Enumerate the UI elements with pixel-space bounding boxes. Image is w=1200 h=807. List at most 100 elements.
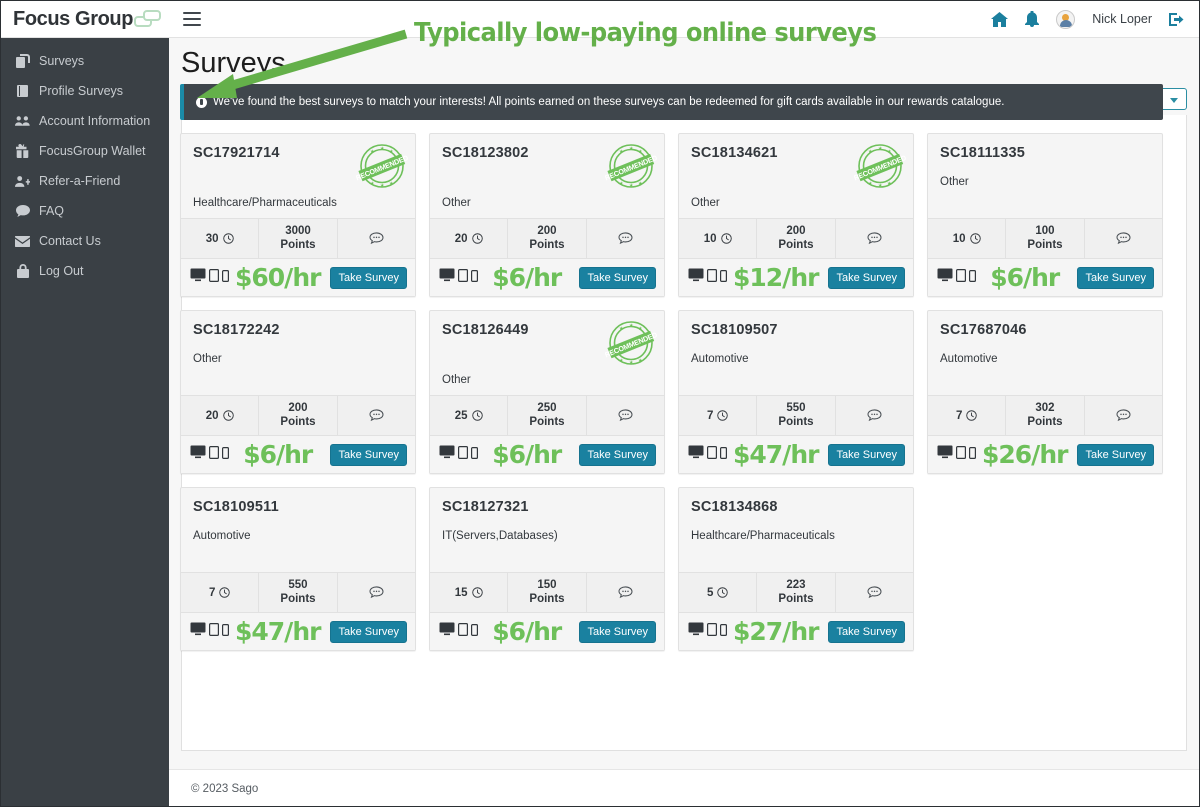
- take-survey-button[interactable]: Take Survey: [1077, 443, 1154, 466]
- survey-card[interactable]: SC17921714 ★ ★ ★ ★ ★ ★ RECOMMENDED Healt…: [180, 133, 416, 297]
- sidebar-item-refer-a-friend[interactable]: Refer-a-Friend: [1, 166, 169, 196]
- survey-points-value: 3000: [285, 225, 311, 238]
- desktop-icon: [937, 445, 953, 464]
- survey-duration-minutes: 5: [706, 586, 714, 599]
- survey-comment-cell[interactable]: [1085, 219, 1162, 258]
- survey-id: SC18109507: [691, 322, 778, 338]
- take-survey-button[interactable]: Take Survey: [579, 620, 656, 643]
- survey-card[interactable]: SC18111335 Other 10 100 Points $6/hr Tak…: [927, 133, 1163, 297]
- survey-card[interactable]: SC18134868 Healthcare/Pharmaceuticals 5 …: [678, 487, 914, 651]
- clock-icon: [222, 410, 234, 421]
- survey-card[interactable]: SC18134621 ★ ★ ★ ★ ★ ★ RECOMMENDED Other…: [678, 133, 914, 297]
- survey-comment-cell[interactable]: [587, 573, 664, 612]
- survey-comment-cell[interactable]: [338, 396, 415, 435]
- survey-card[interactable]: SC17687046 Automotive 7 302 Points $26/h…: [927, 310, 1163, 474]
- copyright-text: © 2023 Sago: [191, 782, 259, 795]
- survey-card-header: SC18126449 ★ ★ ★ ★ ★ ★ RECOMMENDED Other: [430, 311, 664, 395]
- survey-duration-cell: 25: [430, 396, 509, 435]
- take-survey-button[interactable]: Take Survey: [330, 266, 407, 289]
- sidebar-item-profile-surveys[interactable]: Profile Surveys: [1, 76, 169, 106]
- sidebar-item-account-information[interactable]: Account Information: [1, 106, 169, 136]
- supported-devices: [688, 445, 728, 464]
- survey-category: Other: [442, 374, 471, 386]
- take-survey-button[interactable]: Take Survey: [579, 266, 656, 289]
- take-survey-button[interactable]: Take Survey: [828, 266, 905, 289]
- recommended-badge: ★ ★ ★ ★ ★ ★ RECOMMENDED: [603, 317, 658, 369]
- clock-icon: [471, 587, 483, 598]
- survey-points-label: Points: [280, 592, 316, 605]
- sidebar-item-contact-us[interactable]: Contact Us: [1, 226, 169, 256]
- survey-stats: 25 250 Points: [430, 395, 664, 435]
- survey-card[interactable]: SC18109507 Automotive 7 550 Points $47/h…: [678, 310, 914, 474]
- take-survey-button[interactable]: Take Survey: [828, 443, 905, 466]
- take-survey-button[interactable]: Take Survey: [579, 443, 656, 466]
- survey-duration-cell: 20: [181, 396, 260, 435]
- desktop-icon: [688, 445, 704, 464]
- survey-duration-minutes: 7: [208, 586, 216, 599]
- survey-duration-minutes: 10: [952, 232, 966, 245]
- survey-duration-minutes: 25: [454, 409, 468, 422]
- clock-icon: [471, 233, 483, 244]
- survey-comment-cell[interactable]: [836, 396, 913, 435]
- take-survey-button[interactable]: Take Survey: [330, 443, 407, 466]
- sidebar-item-focusgroup-wallet[interactable]: FocusGroup Wallet: [1, 136, 169, 166]
- desktop-icon: [439, 445, 455, 464]
- survey-comment-cell[interactable]: [338, 573, 415, 612]
- survey-points-label: Points: [529, 415, 565, 428]
- survey-stats: 10 100 Points: [928, 218, 1162, 258]
- desktop-icon: [190, 268, 206, 287]
- survey-card[interactable]: SC18127321 IT(Servers,Databases) 15 150 …: [429, 487, 665, 651]
- svg-text:★: ★: [887, 149, 892, 155]
- bell-icon[interactable]: [1025, 11, 1040, 27]
- comment-bubble-icon: [618, 232, 633, 245]
- survey-comment-cell[interactable]: [836, 219, 913, 258]
- tablet-icon: [458, 269, 469, 287]
- logout-icon[interactable]: [1169, 12, 1185, 27]
- survey-comment-cell[interactable]: [587, 219, 664, 258]
- sidebar: Surveys Profile Surveys Account Informat…: [1, 38, 169, 806]
- take-survey-button[interactable]: Take Survey: [1077, 266, 1154, 289]
- survey-duration-cell: 7: [679, 396, 758, 435]
- hamburger-icon[interactable]: [183, 12, 201, 26]
- brand-logo[interactable]: Focus Group: [1, 1, 169, 38]
- survey-hourly-rate: $47/hr: [235, 617, 321, 646]
- tablet-icon: [458, 623, 469, 641]
- sidebar-item-faq[interactable]: FAQ: [1, 196, 169, 226]
- sidebar-item-label: Profile Surveys: [39, 84, 124, 98]
- survey-card[interactable]: SC18126449 ★ ★ ★ ★ ★ ★ RECOMMENDED Other…: [429, 310, 665, 474]
- header-actions: Nick Loper: [991, 1, 1199, 38]
- desktop-icon: [688, 622, 704, 641]
- survey-card-header: SC18109511 Automotive: [181, 488, 415, 572]
- supported-devices: [937, 445, 977, 464]
- sidebar-item-log-out[interactable]: Log Out: [1, 256, 169, 286]
- survey-points-value: 550: [786, 402, 806, 415]
- survey-hourly-rate: $60/hr: [235, 263, 321, 292]
- survey-comment-cell[interactable]: [1085, 396, 1162, 435]
- desktop-icon: [190, 445, 206, 464]
- survey-points-label: Points: [280, 238, 316, 251]
- survey-comment-cell[interactable]: [587, 396, 664, 435]
- tablet-icon: [209, 446, 220, 464]
- survey-card-footer: $6/hr Take Survey: [928, 258, 1162, 296]
- survey-card[interactable]: SC18172242 Other 20 200 Points $6/hr Tak…: [180, 310, 416, 474]
- survey-id: SC18134868: [691, 499, 778, 515]
- survey-card[interactable]: SC18123802 ★ ★ ★ ★ ★ ★ RECOMMENDED Other…: [429, 133, 665, 297]
- survey-comment-cell[interactable]: [836, 573, 913, 612]
- desktop-icon: [688, 268, 704, 287]
- survey-card-footer: $27/hr Take Survey: [679, 612, 913, 650]
- avatar[interactable]: [1056, 9, 1076, 29]
- take-survey-button[interactable]: Take Survey: [330, 620, 407, 643]
- survey-comment-cell[interactable]: [338, 219, 415, 258]
- take-survey-button[interactable]: Take Survey: [828, 620, 905, 643]
- desktop-icon: [439, 268, 455, 287]
- survey-points-value: 150: [537, 579, 557, 592]
- survey-duration-cell: 10: [679, 219, 758, 258]
- survey-card[interactable]: SC18109511 Automotive 7 550 Points $47/h…: [180, 487, 416, 651]
- clock-icon: [969, 233, 981, 244]
- home-icon[interactable]: [991, 11, 1009, 27]
- sidebar-item-surveys[interactable]: Surveys: [1, 46, 169, 76]
- survey-card-header: SC17921714 ★ ★ ★ ★ ★ ★ RECOMMENDED Healt…: [181, 134, 415, 218]
- clock-icon: [222, 233, 234, 244]
- clock-icon: [471, 410, 483, 421]
- survey-duration-minutes: 7: [706, 409, 714, 422]
